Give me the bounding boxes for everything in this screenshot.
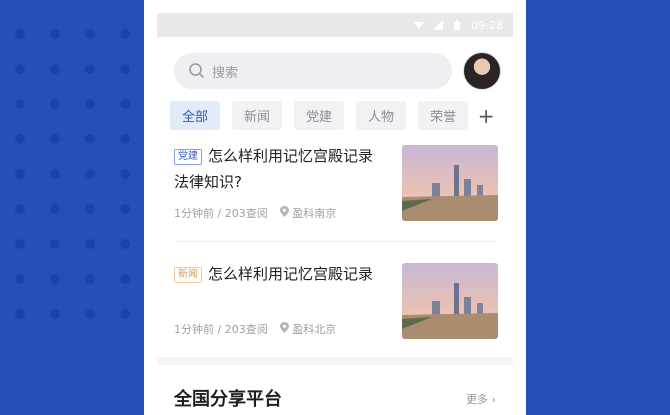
background-dot xyxy=(15,64,25,74)
background-dot xyxy=(15,309,25,319)
background-dot xyxy=(120,134,130,144)
article-title-text: 怎么样利用记忆宫殿记录法律知识? xyxy=(174,147,374,191)
background-dot xyxy=(15,99,25,109)
background-dot xyxy=(50,64,60,74)
signal-icon xyxy=(433,20,444,30)
background-dot xyxy=(50,204,60,214)
status-time: 09:28 xyxy=(471,18,503,32)
avatar[interactable] xyxy=(463,52,501,90)
background-dot xyxy=(50,134,60,144)
category-tabs: 全部 新闻 党建 人物 荣誉 + xyxy=(170,101,496,130)
article-location-text: 盈科南京 xyxy=(292,207,337,220)
location-pin-icon xyxy=(279,206,289,217)
article-title: 党建 怎么样利用记忆宫殿记录法律知识? xyxy=(174,143,386,195)
background-dot xyxy=(85,169,95,179)
background-dot xyxy=(85,29,95,39)
article-location: 盈科北京 xyxy=(279,321,337,337)
background-dot xyxy=(85,64,95,74)
battery-icon xyxy=(454,20,461,30)
background-dot xyxy=(120,169,130,179)
status-bar: 09:28 xyxy=(157,13,513,37)
background-dot xyxy=(15,274,25,284)
chevron-right-icon: › xyxy=(491,393,496,406)
article-location: 盈科南京 xyxy=(279,205,337,221)
more-link[interactable]: 更多 › xyxy=(466,391,496,407)
background-dot xyxy=(120,239,130,249)
background-dot xyxy=(15,134,25,144)
search-input[interactable]: 搜索 xyxy=(174,53,452,89)
article-tag: 党建 xyxy=(174,149,202,165)
background-dot xyxy=(85,309,95,319)
background-dot xyxy=(120,204,130,214)
article-meta: 1分钟前 / 203查阅 盈科北京 xyxy=(174,321,336,337)
background-dot xyxy=(120,29,130,39)
article-item[interactable]: 新闻 怎么样利用记忆宫殿记录 1分钟前 / 203查阅 盈科北京 xyxy=(174,261,498,339)
article-time-views: 1分钟前 / 203查阅 xyxy=(174,323,268,336)
article-thumbnail[interactable] xyxy=(402,263,498,339)
search-icon xyxy=(189,63,205,79)
background-dot xyxy=(85,274,95,284)
background-dot xyxy=(120,99,130,109)
article-time: 1分钟前 xyxy=(174,207,214,220)
more-link-label: 更多 xyxy=(466,393,488,406)
article-tag: 新闻 xyxy=(174,267,202,283)
tab-all[interactable]: 全部 xyxy=(170,101,221,130)
background-dot xyxy=(50,99,60,109)
article-title: 新闻 怎么样利用记忆宫殿记录 xyxy=(174,261,386,287)
background-dot xyxy=(15,239,25,249)
background-dot xyxy=(120,274,130,284)
divider xyxy=(174,241,498,242)
search-placeholder: 搜索 xyxy=(212,65,239,81)
background-dot xyxy=(120,64,130,74)
location-pin-icon xyxy=(279,322,289,333)
background-dot xyxy=(85,239,95,249)
section-title: 全国分享平台 xyxy=(174,389,282,410)
background-dot xyxy=(85,99,95,109)
article-meta: 1分钟前 / 203查阅 盈科南京 xyxy=(174,205,336,221)
search-row: 搜索 xyxy=(174,52,501,90)
article-views: 203查阅 xyxy=(224,323,268,336)
tab-honor[interactable]: 荣誉 xyxy=(418,101,469,130)
article-views: 203查阅 xyxy=(224,207,268,220)
background-dot xyxy=(50,169,60,179)
article-time: 1分钟前 xyxy=(174,323,214,336)
tab-news[interactable]: 新闻 xyxy=(232,101,283,130)
background-dot xyxy=(15,29,25,39)
background-dot xyxy=(50,29,60,39)
article-thumbnail[interactable] xyxy=(402,145,498,221)
background-dot xyxy=(50,239,60,249)
section-separator xyxy=(157,357,513,365)
background-dot xyxy=(50,309,60,319)
background-dot xyxy=(15,169,25,179)
article-time-views: 1分钟前 / 203查阅 xyxy=(174,207,268,220)
background-dot xyxy=(50,274,60,284)
add-tab-icon[interactable]: + xyxy=(476,104,496,128)
article-location-text: 盈科北京 xyxy=(292,323,337,336)
wifi-icon xyxy=(414,22,425,29)
background-dot xyxy=(120,309,130,319)
tab-party[interactable]: 党建 xyxy=(294,101,345,130)
tab-people[interactable]: 人物 xyxy=(356,101,407,130)
background-dot xyxy=(85,134,95,144)
background-dot xyxy=(85,204,95,214)
background-dot xyxy=(15,204,25,214)
article-title-text: 怎么样利用记忆宫殿记录 xyxy=(208,265,374,283)
article-item[interactable]: 党建 怎么样利用记忆宫殿记录法律知识? 1分钟前 / 203查阅 盈科南京 xyxy=(174,143,498,221)
app-screen: 09:28 搜索 全部 新闻 党建 人物 荣誉 + 党建 怎么样利用记忆宫殿记录法… xyxy=(144,0,526,415)
